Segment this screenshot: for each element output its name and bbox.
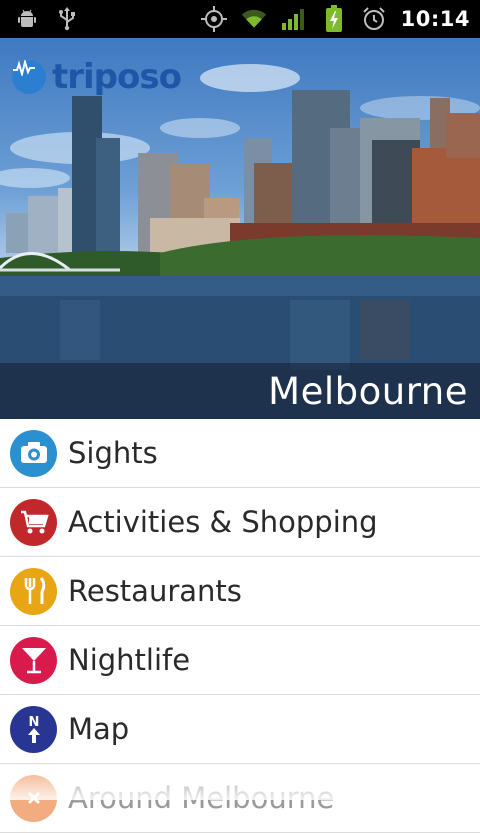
menu-item-activities-shopping[interactable]: Activities & Shopping (0, 488, 480, 557)
city-banner: Melbourne (0, 363, 480, 419)
menu-item-label: Around Melbourne (68, 781, 335, 815)
android-debug-icon (14, 6, 40, 32)
menu-item-label: Nightlife (68, 643, 191, 677)
usb-icon (54, 6, 80, 32)
battery-charging-icon (321, 5, 347, 32)
triposo-wave-icon (12, 60, 46, 94)
menu-item-around-melbourne[interactable]: Around Melbourne (0, 764, 480, 833)
alarm-icon (361, 6, 387, 32)
camera-icon (10, 429, 57, 477)
menu-item-sights[interactable]: Sights (0, 419, 480, 488)
cocktail-icon (10, 636, 57, 684)
menu-item-map[interactable]: N Map (0, 695, 480, 764)
around-icon (10, 774, 57, 822)
svg-text:N: N (28, 715, 39, 730)
city-name: Melbourne (268, 369, 468, 413)
menu-item-restaurants[interactable]: Restaurants (0, 557, 480, 626)
status-time: 10:14 (400, 7, 470, 31)
menu-item-nightlife[interactable]: Nightlife (0, 626, 480, 695)
status-bar: 10:14 (0, 0, 480, 38)
menu-item-label: Restaurants (68, 574, 242, 608)
category-list: Sights Activities & Shopping Restaurants (0, 419, 480, 833)
wifi-icon (241, 6, 267, 32)
triposo-logo: triposo (12, 57, 182, 97)
menu-item-label: Map (68, 712, 130, 746)
hero-image: triposo Melbourne (0, 38, 480, 419)
fork-knife-icon (10, 567, 57, 615)
shopping-cart-icon (10, 498, 57, 546)
compass-north-icon: N (10, 705, 57, 753)
logo-text: triposo (52, 57, 182, 97)
menu-item-label: Activities & Shopping (68, 505, 378, 539)
menu-item-label: Sights (68, 436, 158, 470)
gps-icon (200, 6, 227, 32)
signal-icon (281, 6, 307, 32)
